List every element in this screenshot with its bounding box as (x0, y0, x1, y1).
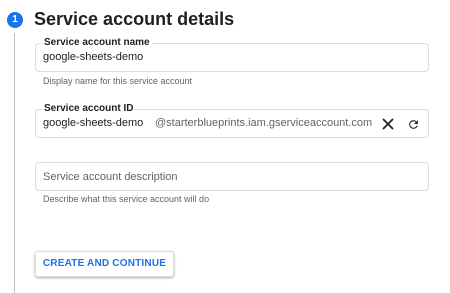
service-account-name-input[interactable]: google-sheets-demo (43, 44, 143, 71)
step-number-badge: 1 (7, 12, 23, 28)
service-account-description-helper: Describe what this service account will … (43, 194, 210, 204)
create-and-continue-button[interactable]: CREATE AND CONTINUE (35, 251, 174, 277)
service-account-id-field[interactable]: Service account ID google-sheets-demo @s… (35, 102, 429, 138)
step-connector-line (14, 33, 15, 293)
service-account-name-helper: Display name for this service account (43, 76, 193, 86)
service-account-id-domain-suffix: @starterblueprints.iam.gserviceaccount.c… (155, 117, 373, 129)
service-account-description-input[interactable] (36, 163, 428, 190)
service-account-id-input[interactable]: google-sheets-demo (43, 110, 143, 137)
close-icon[interactable] (378, 114, 398, 134)
refresh-icon[interactable] (403, 114, 423, 134)
service-account-name-field[interactable]: Service account name google-sheets-demo (35, 36, 429, 72)
service-account-description-field[interactable] (35, 162, 429, 191)
section-title: Service account details (34, 9, 235, 29)
